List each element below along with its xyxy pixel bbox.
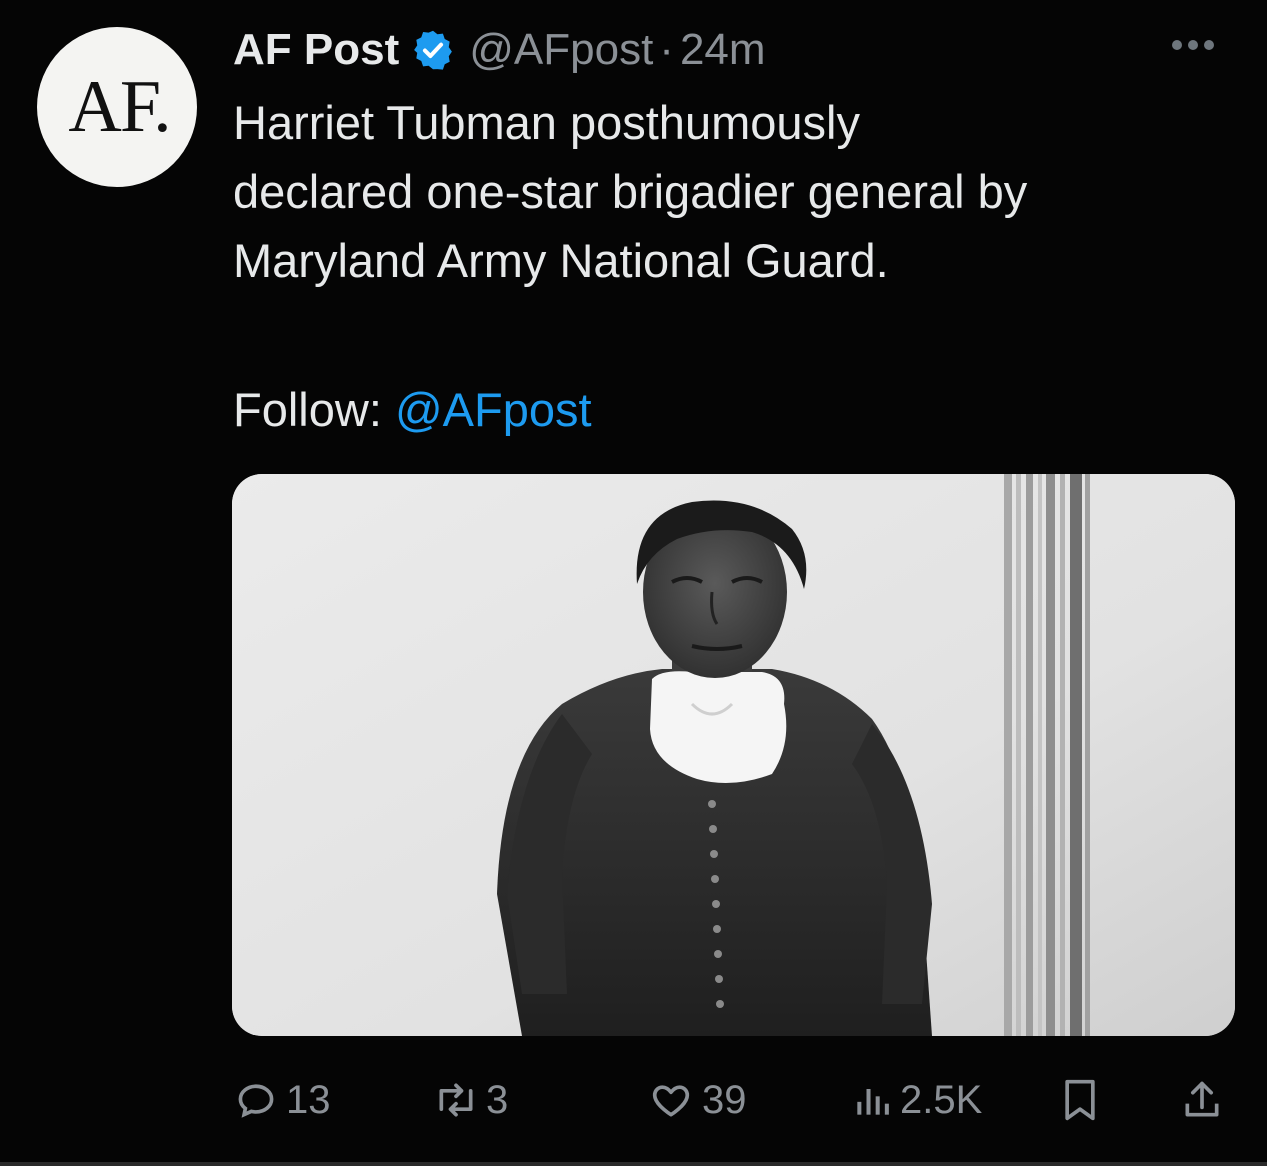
tweet-header: AF Post @AFpost · 24m <box>233 22 766 78</box>
display-name[interactable]: AF Post <box>233 25 399 75</box>
reply-icon <box>234 1078 278 1122</box>
tweet-card[interactable]: AF. AF Post @AFpost · 24m Harriet Tubman… <box>0 0 1267 1166</box>
follow-line: Follow: @AFpost <box>233 375 592 444</box>
verified-badge-icon[interactable] <box>411 28 455 72</box>
tweet-text-line: Harriet Tubman posthumously <box>233 96 860 149</box>
tweet-text-line: declared one-star brigadier general by <box>233 165 1028 218</box>
follow-label: Follow: <box>233 383 395 436</box>
reply-button[interactable]: 13 <box>234 1070 331 1130</box>
reply-count: 13 <box>286 1077 331 1122</box>
avatar-logo-text: AF. <box>68 65 171 148</box>
views-count: 2.5K <box>900 1077 983 1122</box>
share-button[interactable] <box>1180 1070 1224 1130</box>
bookmark-icon <box>1058 1076 1102 1124</box>
heart-icon <box>648 1078 694 1122</box>
user-handle[interactable]: @AFpost <box>469 25 653 75</box>
timestamp[interactable]: 24m <box>680 25 766 75</box>
views-button[interactable]: 2.5K <box>852 1070 982 1130</box>
repost-button[interactable]: 3 <box>432 1070 508 1130</box>
bookmark-button[interactable] <box>1058 1070 1102 1130</box>
mention-link[interactable]: @AFpost <box>395 383 592 436</box>
analytics-icon <box>852 1078 892 1122</box>
like-button[interactable]: 39 <box>648 1070 747 1130</box>
divider <box>0 1162 1267 1166</box>
like-count: 39 <box>702 1077 747 1122</box>
portrait-photo <box>232 474 1235 1036</box>
tweet-text: Harriet Tubman posthumously declared one… <box>233 88 1233 295</box>
avatar[interactable]: AF. <box>37 27 197 187</box>
repost-count: 3 <box>486 1077 509 1122</box>
repost-icon <box>432 1078 480 1122</box>
tweet-photo[interactable] <box>232 474 1235 1036</box>
share-icon <box>1180 1076 1224 1124</box>
more-options-icon[interactable] <box>1172 40 1214 50</box>
action-bar: 13 3 39 2.5K <box>0 1070 1267 1130</box>
header-separator: · <box>659 25 674 74</box>
tweet-text-line: Maryland Army National Guard. <box>233 234 889 287</box>
